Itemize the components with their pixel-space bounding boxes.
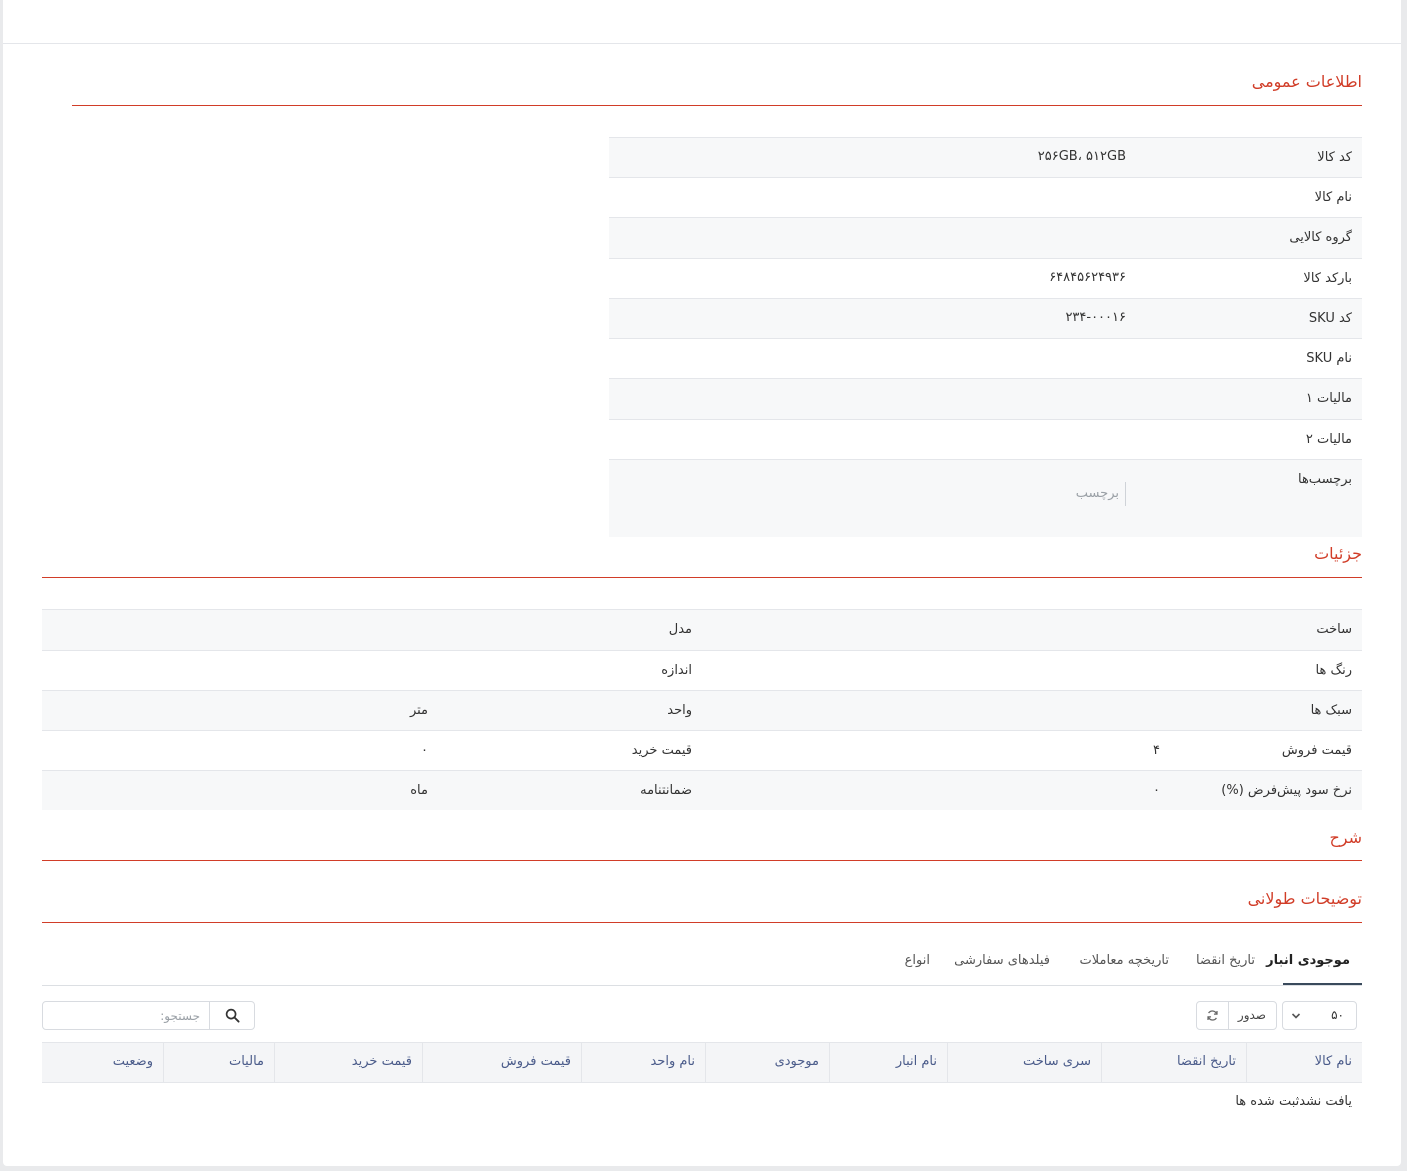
detail-label: رنگ ها	[1315, 663, 1352, 678]
column-label: نام کالا	[1314, 1054, 1352, 1069]
general-row-barcode: بارکد کالا ۶۴۸۴۵۶۲۴۹۳۶	[609, 258, 1362, 298]
general-info-title: اطلاعات عمومی	[1251, 72, 1362, 91]
column-label: قیمت فروش	[500, 1054, 571, 1069]
long-description-divider	[42, 922, 1362, 923]
detail-label: واحد	[667, 703, 692, 718]
general-row-tax1: مالیات ۱	[609, 378, 1362, 419]
details-row: قیمت فروش ۴ قیمت خرید ۰	[42, 730, 1362, 770]
tab-bar: موجودی انبار تاریخ انقضا تاریخچه معاملات…	[42, 943, 1362, 986]
field-label: مالیات ۱	[1305, 391, 1352, 406]
general-info-table: کد کالا ۲۵۶GB، ۵۱۲GB نام کالا گروه کالای…	[609, 137, 1362, 537]
field-label: بارکد کالا	[1303, 271, 1352, 286]
column-label: مالیات	[228, 1054, 264, 1069]
page-size-value: ۵۰	[1331, 1008, 1344, 1022]
field-value: ۲۵۶GB، ۵۱۲GB	[1037, 149, 1126, 164]
details-row: سبک ها واحد متر	[42, 690, 1362, 730]
field-label: کد کالا	[1317, 150, 1352, 165]
tags-placeholder: برچسب	[1075, 486, 1119, 501]
column-header[interactable]: مالیات	[163, 1043, 274, 1082]
export-refresh-group: صدور	[1196, 1001, 1277, 1030]
general-row-tax2: مالیات ۲	[609, 419, 1362, 459]
long-description-title: توضیحات طولانی	[1247, 889, 1362, 908]
details-row: رنگ ها اندازه	[42, 650, 1362, 690]
detail-label: نرخ سود پیش‌فرض (%)	[1221, 783, 1352, 798]
detail-value: ۴	[1153, 743, 1160, 758]
field-label: نام کالا	[1314, 190, 1352, 205]
column-header[interactable]: نام کالا	[1246, 1043, 1362, 1082]
detail-label: ساخت	[1316, 622, 1352, 637]
tab-transactions[interactable]: تاریخچه معاملات	[1079, 953, 1169, 968]
general-row-code: کد کالا ۲۵۶GB، ۵۱۲GB	[609, 137, 1362, 177]
main-panel: اطلاعات عمومی کد کالا ۲۵۶GB، ۵۱۲GB نام ک…	[3, 0, 1401, 1166]
detail-value: ۰	[1153, 783, 1160, 798]
column-header[interactable]: نام انبار	[829, 1043, 947, 1082]
general-row-sku-code: کد SKU ۲۳۴-۰۰۰۱۶	[609, 298, 1362, 338]
tags-input[interactable]: برچسب	[956, 482, 1126, 506]
column-label: تاریخ انقضا	[1176, 1054, 1236, 1069]
description-divider	[42, 860, 1362, 861]
detail-label: مدل	[668, 622, 692, 637]
search-button[interactable]	[209, 1002, 254, 1029]
column-label: نام انبار	[895, 1054, 937, 1069]
detail-label: ضمانتنامه	[640, 783, 692, 798]
field-label: گروه کالایی	[1289, 230, 1352, 245]
tab-custom-fields[interactable]: فیلدهای سفارشی	[954, 953, 1050, 968]
general-row-sku-name: نام SKU	[609, 338, 1362, 378]
field-label: کد SKU	[1308, 311, 1352, 326]
general-row-tags: برچسب‌ها برچسب	[609, 459, 1362, 537]
field-label: مالیات ۲	[1305, 432, 1352, 447]
column-header[interactable]: تاریخ انقضا	[1101, 1043, 1246, 1082]
detail-label: اندازه	[661, 663, 692, 678]
column-label: نام واحد	[650, 1054, 695, 1069]
field-value: ۲۳۴-۰۰۰۱۶	[1065, 310, 1126, 325]
details-title: جزئیات	[1314, 544, 1362, 563]
column-header[interactable]: موجودی	[705, 1043, 829, 1082]
tab-variants[interactable]: انواع	[905, 953, 930, 968]
chevron-down-icon	[1291, 1013, 1301, 1019]
refresh-button[interactable]	[1197, 1002, 1229, 1029]
detail-label: سبک ها	[1310, 703, 1352, 718]
detail-value: ۰	[421, 743, 428, 758]
details-divider	[42, 577, 1362, 578]
detail-value: ماه	[410, 783, 428, 798]
detail-label: قیمت خرید	[631, 743, 692, 758]
field-value: ۶۴۸۴۵۶۲۴۹۳۶	[1049, 270, 1126, 285]
field-label: نام SKU	[1306, 351, 1352, 366]
details-row: نرخ سود پیش‌فرض (%) ۰ ضمانتنامه ماه	[42, 770, 1362, 810]
empty-table-message: یافت نشدثبت شده ها	[1235, 1094, 1352, 1109]
top-bar	[3, 0, 1401, 44]
general-row-group: گروه کالایی	[609, 217, 1362, 258]
refresh-icon	[1207, 1010, 1218, 1021]
column-header[interactable]: وضعیت	[42, 1043, 163, 1082]
description-title: شرح	[1329, 828, 1362, 847]
column-label: وضعیت	[112, 1054, 153, 1069]
search-icon	[225, 1008, 240, 1023]
page-size-select[interactable]: ۵۰	[1282, 1001, 1357, 1030]
export-button[interactable]: صدور	[1238, 1008, 1266, 1022]
details-row: ساخت مدل	[42, 609, 1362, 650]
column-header[interactable]: قیمت فروش	[422, 1043, 581, 1082]
details-table: ساخت مدل رنگ ها اندازه سبک ها واحد متر ق…	[42, 609, 1362, 810]
tags-label: برچسب‌ها	[1297, 472, 1352, 487]
active-tab-indicator	[1283, 983, 1362, 985]
column-label: موجودی	[774, 1054, 819, 1069]
column-label: سری ساخت	[1022, 1054, 1091, 1069]
detail-label: قیمت فروش	[1281, 743, 1352, 758]
column-label: قیمت خرید	[351, 1054, 412, 1069]
detail-value: متر	[409, 703, 428, 718]
general-info-divider	[72, 105, 1362, 106]
search-input[interactable]	[43, 1002, 210, 1029]
column-header[interactable]: نام واحد	[581, 1043, 705, 1082]
tab-inventory[interactable]: موجودی انبار	[1266, 953, 1350, 968]
column-header[interactable]: سری ساخت	[947, 1043, 1101, 1082]
search-box	[42, 1001, 255, 1030]
tab-expiry[interactable]: تاریخ انقضا	[1196, 953, 1255, 968]
inventory-grid-header: نام کالا تاریخ انقضا سری ساخت نام انبار …	[42, 1042, 1362, 1083]
general-row-name: نام کالا	[609, 177, 1362, 217]
column-header[interactable]: قیمت خرید	[274, 1043, 422, 1082]
